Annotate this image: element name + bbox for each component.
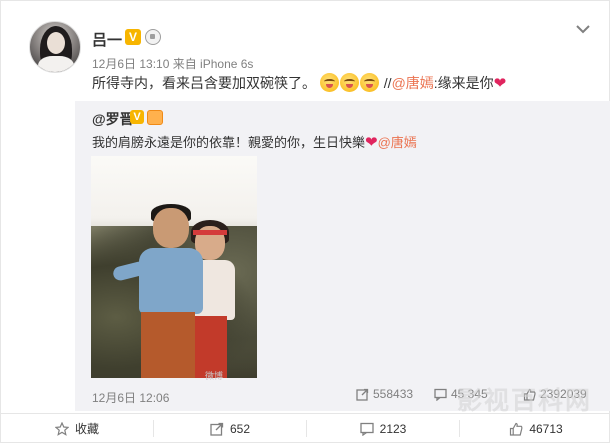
comment-button[interactable]: 2123 bbox=[307, 413, 459, 443]
photo-boy-head bbox=[153, 208, 189, 248]
avatar-face bbox=[47, 32, 65, 54]
member-icon[interactable] bbox=[145, 29, 161, 45]
repost-share-count: 558433 bbox=[373, 387, 414, 401]
like-button[interactable]: 46713 bbox=[460, 413, 610, 443]
emoji-icon bbox=[359, 73, 379, 92]
repost-count: 652 bbox=[229, 421, 251, 436]
post-text-main: 所得寺内，看来吕含要加双碗筷了。 bbox=[92, 75, 316, 91]
comment-count: 2123 bbox=[379, 421, 407, 436]
repost-share-stat[interactable]: 558433 bbox=[356, 387, 413, 401]
heart-icon: ❤ bbox=[493, 75, 507, 92]
member-crown-icon[interactable] bbox=[147, 110, 163, 125]
repost-prefix: // bbox=[383, 75, 392, 91]
avatar[interactable] bbox=[29, 21, 81, 73]
verified-badge-icon: V bbox=[125, 29, 141, 45]
share-icon bbox=[210, 422, 224, 436]
mention-link[interactable]: @唐嫣 bbox=[392, 75, 434, 91]
verified-badge-icon: V bbox=[130, 110, 144, 124]
repost-text-main: 我的肩膀永遠是你的依靠！親愛的你，生日快樂 bbox=[92, 135, 366, 150]
post-text-suffix: :缘来是你 bbox=[433, 75, 494, 91]
photo-watermark: 微博 bbox=[205, 371, 224, 381]
site-watermark: 影视百科网 bbox=[457, 387, 593, 415]
emoji-icon bbox=[319, 73, 339, 92]
emoji-icon bbox=[339, 73, 359, 92]
photo-girl-headband bbox=[193, 230, 227, 235]
heart-icon: ❤ bbox=[365, 134, 378, 151]
share-icon bbox=[356, 388, 369, 401]
username[interactable]: 吕一 bbox=[92, 29, 122, 50]
photo-boy-sweater bbox=[139, 248, 203, 314]
chevron-down-icon[interactable] bbox=[575, 23, 591, 35]
repost-button[interactable]: 652 bbox=[154, 413, 306, 443]
comment-icon bbox=[434, 388, 447, 402]
avatar-body bbox=[38, 56, 74, 72]
repost-time[interactable]: 12月6日 12:06 bbox=[92, 389, 169, 406]
post-photo[interactable] bbox=[91, 156, 257, 378]
favorite-button[interactable]: 收藏 bbox=[1, 413, 153, 443]
like-count: 46713 bbox=[529, 421, 563, 436]
like-icon bbox=[510, 422, 523, 436]
post-meta[interactable]: 12月6日 13:10 来自 iPhone 6s bbox=[92, 55, 253, 72]
post-text: 所得寺内，看来吕含要加双碗筷了。 //@唐嫣:缘来是你❤ bbox=[92, 73, 506, 94]
photo-boy-pants bbox=[141, 312, 195, 378]
repost-username[interactable]: @罗晋 bbox=[92, 109, 134, 129]
favorite-label: 收藏 bbox=[74, 422, 99, 436]
weibo-card: 吕一 V 12月6日 13:10 来自 iPhone 6s 所得寺内，看来吕含要… bbox=[0, 0, 610, 443]
star-icon bbox=[54, 421, 69, 436]
repost-text: 我的肩膀永遠是你的依靠！親愛的你，生日快樂❤@唐嫣 bbox=[92, 132, 417, 151]
comment-icon bbox=[359, 422, 374, 436]
mention-link[interactable]: @唐嫣 bbox=[378, 135, 417, 150]
